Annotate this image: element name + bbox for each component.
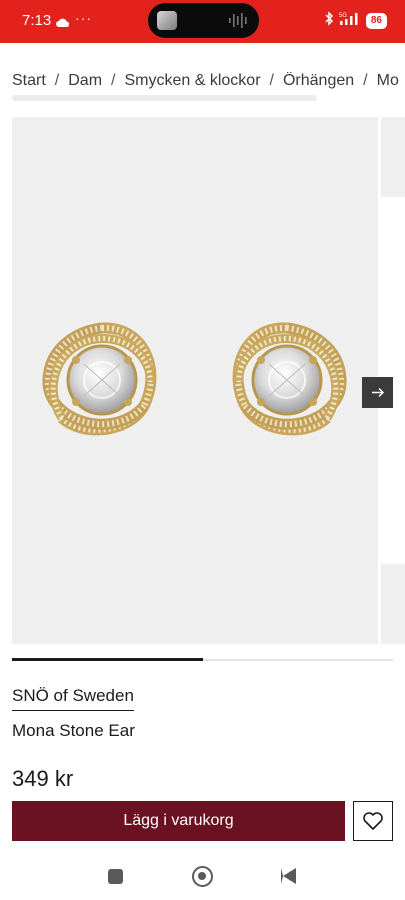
network-type: 5G (339, 13, 347, 19)
media-thumbnail (157, 11, 177, 30)
status-time: 7:13 (22, 12, 52, 29)
earring-left-image (42, 322, 157, 436)
breadcrumb-separator: / (111, 72, 116, 89)
gallery-progress (12, 658, 393, 661)
brand-link[interactable]: SNÖ of Sweden (12, 686, 134, 711)
breadcrumb: Start / Dam / Smycken & klockor / Örhängen / Mo (12, 72, 405, 94)
product-name: Mona Stone Ear (12, 721, 135, 740)
next-image-preview[interactable] (381, 564, 405, 644)
cloud-icon (56, 14, 70, 32)
breadcrumb-separator: / (269, 72, 274, 89)
breadcrumb-item-orhangen[interactable]: Örhängen (283, 72, 354, 90)
breadcrumb-item-start[interactable]: Start (12, 72, 46, 90)
product-price: 349 kr (12, 766, 74, 791)
earring-right-image (232, 322, 347, 436)
system-nav-bar (0, 857, 405, 900)
audio-wave-icon (228, 12, 250, 34)
add-to-cart-button[interactable]: Lägg i varukorg (12, 801, 345, 841)
breadcrumb-item-dam[interactable]: Dam (68, 72, 102, 90)
gallery-progress-fill (12, 658, 203, 661)
heart-icon (363, 812, 383, 830)
breadcrumb-separator: / (363, 72, 368, 89)
breadcrumb-item-current[interactable]: Mo (377, 72, 399, 90)
status-bar: 7:13 ··· 5G 86 (0, 0, 405, 43)
breadcrumb-scrollbar[interactable] (12, 95, 317, 101)
battery-icon: 86 (365, 13, 387, 29)
home-icon[interactable] (192, 866, 213, 887)
next-image-preview[interactable] (381, 117, 405, 197)
signal-icon: 5G (339, 11, 361, 31)
breadcrumb-separator: / (54, 72, 60, 89)
breadcrumb-item-smycken-klockor[interactable]: Smycken & klockor (124, 72, 260, 90)
next-image-button[interactable] (362, 377, 393, 408)
status-more-dots: ··· (75, 10, 92, 26)
status-right-icons: 5G 86 (324, 11, 387, 31)
arrow-right-icon (372, 387, 385, 398)
dynamic-island (148, 3, 259, 38)
bluetooth-icon (324, 11, 334, 31)
back-icon[interactable] (281, 868, 296, 884)
recents-icon[interactable] (108, 869, 123, 884)
wishlist-button[interactable] (353, 801, 393, 841)
